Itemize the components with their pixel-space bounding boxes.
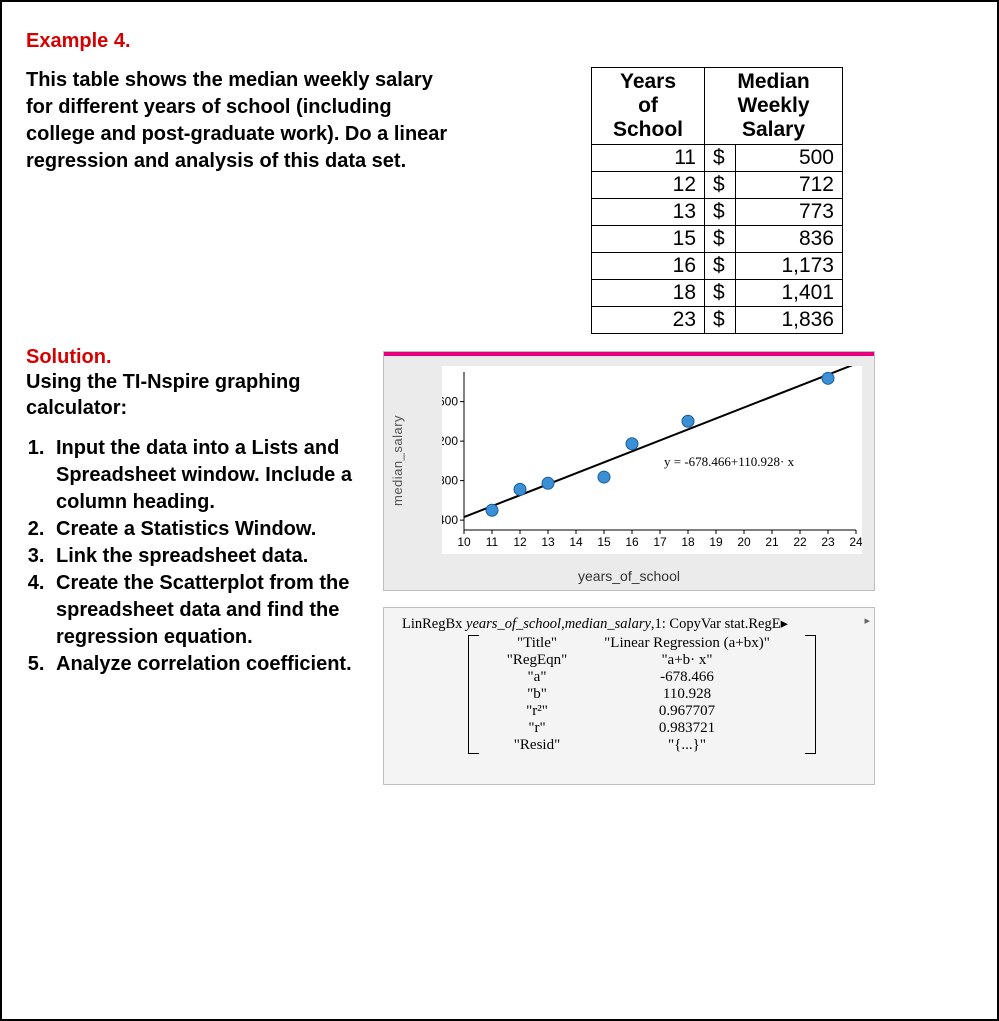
svg-text:22: 22	[793, 535, 807, 549]
table-row: 12$712	[592, 172, 843, 199]
result-label: "Resid"	[482, 737, 592, 754]
chart-xlabel: years_of_school	[384, 568, 874, 584]
result-value: "a+b· x"	[592, 652, 782, 669]
table-body: 11$500 12$712 13$773 15$836 16$1,173 18$…	[592, 145, 843, 334]
svg-text:13: 13	[541, 535, 555, 549]
result-label: "RegEqn"	[482, 652, 592, 669]
result-value: 0.983721	[592, 720, 782, 737]
chart-plot-area: 400 800 1200 1600 10 11 12 13 14 15 16 17 18 19 20 21 22…	[442, 366, 862, 554]
svg-text:10: 10	[457, 535, 471, 549]
svg-text:11: 11	[486, 535, 499, 549]
svg-text:14: 14	[569, 535, 583, 549]
solution-area: Solution. Using the TI-Nspire graphing c…	[26, 346, 973, 784]
svg-text:20: 20	[737, 535, 751, 549]
example-label: Example 4.	[26, 30, 973, 53]
problem-row: This table shows the median weekly salar…	[26, 67, 973, 334]
solution-steps: Solution. Using the TI-Nspire graphing c…	[26, 346, 356, 784]
table-row: 15$836	[592, 226, 843, 253]
svg-text:21: 21	[765, 535, 779, 549]
svg-text:1600: 1600	[442, 395, 458, 409]
list-item: Analyze correlation coefficient.	[50, 651, 356, 678]
scatterplot-panel: median_salary 400 800 1200 1600 10 11 12 13 14 15…	[384, 352, 874, 590]
svg-text:18: 18	[681, 535, 695, 549]
bracket-left-icon	[468, 635, 479, 754]
chart-ylabel: median_salary	[390, 415, 405, 506]
svg-text:15: 15	[597, 535, 611, 549]
svg-text:16: 16	[625, 535, 639, 549]
svg-text:19: 19	[709, 535, 723, 549]
bracket-right-icon	[805, 635, 816, 754]
svg-text:23: 23	[821, 535, 835, 549]
results-matrix: "Title""Linear Regression (a+bx)" "RegEq…	[402, 635, 862, 754]
data-table: Years of School Median Weekly Salary 11$…	[591, 67, 843, 334]
svg-text:17: 17	[653, 535, 667, 549]
svg-text:400: 400	[442, 514, 458, 528]
list-item: Create the Scatterplot from the spreadsh…	[50, 570, 356, 651]
scroll-right-icon: ▸	[864, 614, 870, 627]
list-item: Link the spreadsheet data.	[50, 543, 356, 570]
calculator-column: median_salary 400 800 1200 1600 10 11 12 13 14 15…	[384, 352, 894, 784]
chart-equation: y = ‑678.466+110.928· x	[664, 454, 794, 470]
result-label: "r²"	[482, 703, 592, 720]
svg-text:1200: 1200	[442, 435, 458, 449]
result-value: ‑678.466	[592, 669, 782, 686]
result-value: "Linear Regression (a+bx)"	[592, 635, 782, 652]
problem-text: This table shows the median weekly salar…	[26, 67, 456, 175]
table-row: 18$1,401	[592, 280, 843, 307]
table-row: 23$1,836	[592, 307, 843, 334]
table-row: 16$1,173	[592, 253, 843, 280]
svg-text:800: 800	[442, 474, 458, 488]
result-label: "a"	[482, 669, 592, 686]
table-header-years: Years of School	[592, 68, 705, 145]
result-value: 110.928	[592, 686, 782, 703]
result-label: "b"	[482, 686, 592, 703]
solution-label: Solution.	[26, 346, 356, 369]
page: Example 4. This table shows the median w…	[0, 0, 999, 1021]
results-command: LinRegBx years_of_school,median_salary,1…	[402, 616, 862, 633]
result-value: 0.967707	[592, 703, 782, 720]
svg-text:24: 24	[849, 535, 862, 549]
result-value: "{...}"	[592, 737, 782, 754]
table-row: 13$773	[592, 199, 843, 226]
svg-text:12: 12	[513, 535, 527, 549]
chart-svg: 400 800 1200 1600 10 11 12 13 14 15 16 17 18 19 20 21 22…	[442, 366, 862, 554]
list-item: Input the data into a Lists and Spreadsh…	[50, 435, 356, 516]
list-item: Create a Statistics Window.	[50, 516, 356, 543]
result-label: "r"	[482, 720, 592, 737]
table-header-salary: Median Weekly Salary	[705, 68, 843, 145]
steps-list: Input the data into a Lists and Spreadsh…	[26, 435, 356, 678]
solution-intro: Using the TI-Nspire graphing calculator:	[26, 369, 356, 421]
regression-output-panel: ▸ LinRegBx years_of_school,median_salary…	[384, 608, 874, 784]
table-row: 11$500	[592, 145, 843, 172]
result-label: "Title"	[482, 635, 592, 652]
